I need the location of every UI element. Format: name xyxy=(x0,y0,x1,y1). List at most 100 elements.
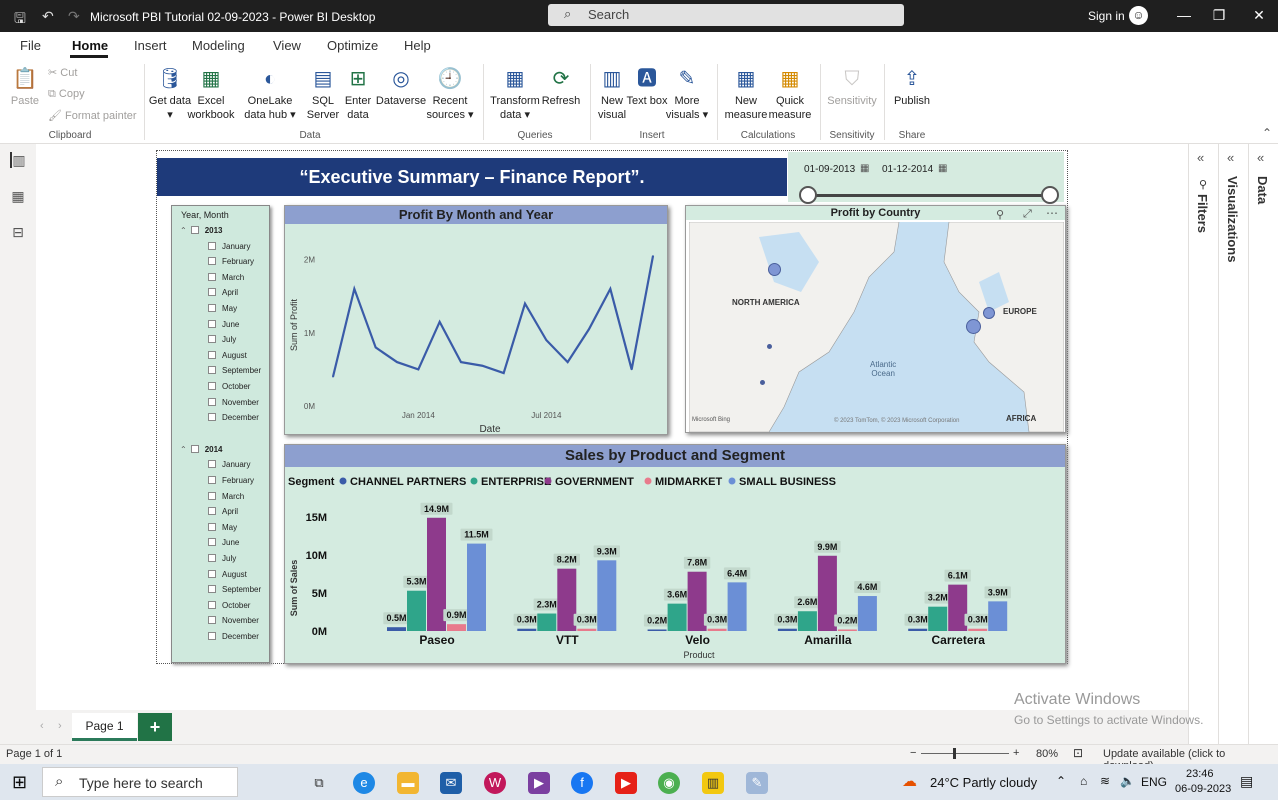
chevron-left-icon[interactable]: « xyxy=(1197,150,1204,165)
refresh-button[interactable]: ⟳ Refresh xyxy=(536,66,586,108)
slicer-month-item[interactable]: July xyxy=(208,554,236,563)
windows-start-icon[interactable]: ⊞ xyxy=(12,772,27,793)
filter-icon[interactable]: ⚲ xyxy=(996,208,1004,221)
chevron-left-icon[interactable]: « xyxy=(1227,150,1234,165)
slicer-month-item[interactable]: February xyxy=(208,257,254,266)
chevron-left-icon[interactable]: « xyxy=(1257,150,1264,165)
excel-workbook-button[interactable]: ▦ Excel workbook xyxy=(186,66,236,122)
slicer-month-item[interactable]: April xyxy=(208,288,238,297)
quick-measure-button[interactable]: ▦ Quick measure xyxy=(765,66,815,122)
checkbox[interactable] xyxy=(208,366,216,375)
zoom-out-icon[interactable]: − xyxy=(910,747,916,759)
wps-icon[interactable]: W xyxy=(484,772,506,794)
map-bubble-mexico[interactable] xyxy=(760,380,765,385)
calendar-icon[interactable]: ▦ xyxy=(860,163,869,174)
chrome-icon[interactable]: ◉ xyxy=(658,772,680,794)
menu-optimize[interactable]: Optimize xyxy=(327,38,378,53)
tray-chevron-icon[interactable]: ⌃ xyxy=(1056,774,1066,788)
add-page-button[interactable]: + xyxy=(138,713,172,741)
slicer-month-item[interactable]: June xyxy=(208,538,239,547)
slicer-month-item[interactable]: August xyxy=(208,569,247,579)
model-view-icon[interactable]: ⊟ xyxy=(10,224,26,240)
slicer-month-item[interactable]: August xyxy=(208,350,247,360)
slicer-month-item[interactable]: February xyxy=(208,476,254,485)
cut-button[interactable]: ✂ Cut xyxy=(48,66,77,79)
slicer-month-item[interactable]: September xyxy=(208,366,261,375)
filters-label[interactable]: Filters xyxy=(1195,194,1210,233)
slicer-month-item[interactable]: November xyxy=(208,397,259,407)
new-measure-button[interactable]: ▦ New measure xyxy=(721,66,771,122)
checkbox[interactable] xyxy=(208,241,216,250)
slicer-month-item[interactable]: March xyxy=(208,491,244,501)
filters-pane-tab[interactable]: « ⚲ Filters xyxy=(1188,144,1218,744)
undo-icon[interactable]: ↶ xyxy=(42,8,54,25)
language-indicator[interactable]: ENG xyxy=(1141,775,1167,789)
powerbi-icon[interactable]: ▥ xyxy=(702,772,724,794)
network-icon[interactable]: ⌂ xyxy=(1080,774,1087,788)
collapse-ribbon-icon[interactable]: ⌃ xyxy=(1262,126,1272,140)
map-bubble-canada[interactable] xyxy=(768,263,781,276)
more-options-icon[interactable]: ⋯ xyxy=(1046,206,1058,220)
task-view-icon[interactable]: ⧉ xyxy=(308,772,330,794)
redo-icon[interactable]: ↷ xyxy=(68,8,80,25)
visualizations-pane-tab[interactable]: « Visualizations xyxy=(1218,144,1248,744)
recent-sources-button[interactable]: 🕘 Recent sources ▾ xyxy=(424,66,476,122)
slicer-month-item[interactable]: December xyxy=(208,413,259,422)
slicer-month-item[interactable]: October xyxy=(208,600,250,610)
checkbox[interactable] xyxy=(208,288,216,297)
sales-bar-chart[interactable]: Sales by Product and Segment Segment CHAN… xyxy=(284,444,1066,664)
focus-mode-icon[interactable]: ⤢ xyxy=(1023,208,1032,221)
publish-button[interactable]: ⇪ Publish xyxy=(887,66,937,108)
data-label[interactable]: Data xyxy=(1255,176,1270,204)
calendar-icon[interactable]: ▦ xyxy=(938,163,947,174)
taskbar-search-input[interactable]: ⌕ Type here to search xyxy=(42,767,238,797)
checkbox[interactable] xyxy=(208,585,216,594)
map-bubble-germany[interactable] xyxy=(983,307,995,319)
next-page-icon[interactable]: › xyxy=(58,720,62,732)
menu-insert[interactable]: Insert xyxy=(134,38,167,53)
checkbox[interactable] xyxy=(208,272,216,281)
checkbox[interactable] xyxy=(208,507,216,516)
checkbox[interactable] xyxy=(208,616,216,625)
restore-icon[interactable]: ❐ xyxy=(1209,7,1229,24)
checkbox[interactable] xyxy=(208,350,216,359)
wifi-icon[interactable]: ≋ xyxy=(1100,774,1110,788)
menu-home[interactable]: Home xyxy=(72,38,108,53)
map-bubble-usa[interactable] xyxy=(767,344,772,349)
user-avatar-icon[interactable]: ☺ xyxy=(1129,6,1148,25)
zoom-handle[interactable] xyxy=(953,748,956,759)
fit-page-icon[interactable]: ⊡ xyxy=(1073,746,1083,760)
youtube-icon[interactable]: ▶ xyxy=(615,772,637,794)
checkbox[interactable] xyxy=(208,382,216,390)
more-visuals-button[interactable]: ✎ More visuals ▾ xyxy=(662,66,712,122)
checkbox[interactable] xyxy=(208,491,216,500)
onelake-button[interactable]: ◐ OneLake data hub ▾ xyxy=(236,66,304,122)
start-date[interactable]: 01-09-2013 xyxy=(804,164,855,175)
slicer-month-item[interactable]: October xyxy=(208,382,250,391)
slider-end-handle[interactable] xyxy=(1041,186,1059,204)
map-bubble-france[interactable] xyxy=(966,319,981,334)
slicer-month-item[interactable]: May xyxy=(208,304,237,313)
end-date[interactable]: 01-12-2014 xyxy=(882,164,933,175)
checkbox[interactable] xyxy=(208,632,216,640)
file-explorer-icon[interactable]: ▬ xyxy=(397,772,419,794)
slicer-year-2013[interactable]: ⌃ 2013 xyxy=(180,226,223,235)
copy-button[interactable]: ⧉ Copy xyxy=(48,88,85,101)
menu-help[interactable]: Help xyxy=(404,38,431,53)
minimize-icon[interactable]: — xyxy=(1174,7,1194,23)
page-tab-1[interactable]: Page 1 xyxy=(72,713,137,741)
menu-view[interactable]: View xyxy=(273,38,301,53)
slicer-month-item[interactable]: June xyxy=(208,319,239,329)
clock-date[interactable]: 06-09-2023 xyxy=(1175,783,1231,795)
profit-map[interactable]: Profit by Country ⚲ ⤢ ⋯ NORTH AMERICA EU… xyxy=(685,205,1066,433)
slicer-month-item[interactable]: September xyxy=(208,585,261,594)
volume-icon[interactable]: 🔈 xyxy=(1120,774,1135,788)
menu-modeling[interactable]: Modeling xyxy=(192,38,245,53)
slider-start-handle[interactable] xyxy=(799,186,817,204)
facebook-icon[interactable]: f xyxy=(571,772,593,794)
checkbox[interactable] xyxy=(208,522,216,531)
checkbox[interactable] xyxy=(208,538,216,547)
format-painter-button[interactable]: 🖌 Format painter xyxy=(48,109,137,122)
profit-line-chart[interactable]: Profit By Month and Year 0M 1M 2M Jan 2014 J… xyxy=(284,205,668,435)
checkbox[interactable] xyxy=(208,397,216,406)
